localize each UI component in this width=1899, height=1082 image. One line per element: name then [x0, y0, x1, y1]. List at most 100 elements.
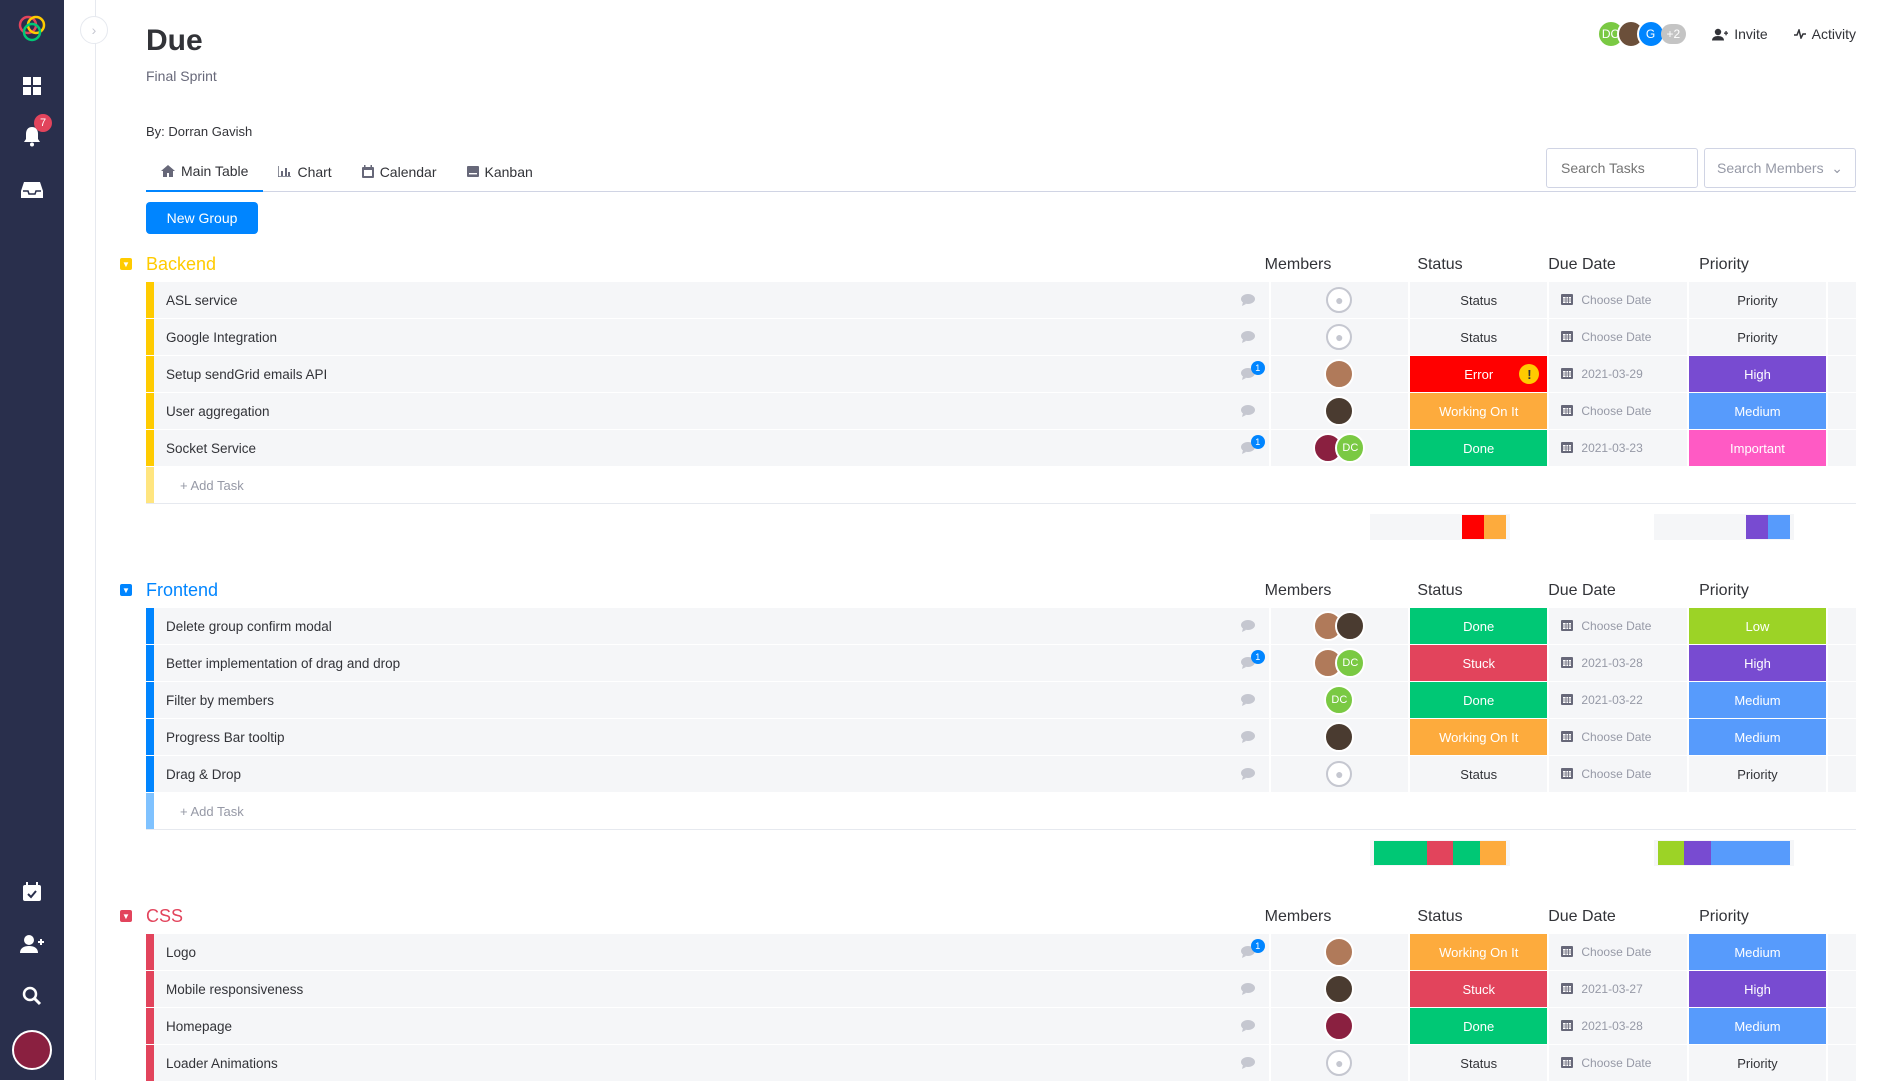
group-collapse-icon[interactable]: ▼	[120, 584, 132, 596]
group-title[interactable]: Frontend	[146, 580, 218, 601]
task-name[interactable]: Drag & Drop	[166, 767, 241, 782]
comment-icon[interactable]	[1240, 1019, 1255, 1035]
priority-summary-bar[interactable]	[1654, 840, 1794, 866]
task-name[interactable]: Progress Bar tooltip	[166, 730, 285, 745]
priority-cell[interactable]: High	[1686, 645, 1827, 681]
comment-icon[interactable]	[1240, 982, 1255, 998]
members-cell[interactable]: DC	[1268, 645, 1409, 681]
status-cell[interactable]: Status	[1408, 319, 1548, 355]
task-name-cell[interactable]: Google Integration	[153, 319, 1269, 355]
status-cell[interactable]: Done	[1408, 430, 1548, 466]
add-task-row[interactable]: + Add Task	[146, 467, 1856, 504]
task-name[interactable]: Homepage	[166, 1019, 232, 1034]
due-date-cell[interactable]: 2021-03-28	[1547, 645, 1687, 681]
task-name-cell[interactable]: Socket Service 1	[153, 430, 1269, 466]
invite-member-icon[interactable]	[16, 928, 48, 960]
status-cell[interactable]: Done	[1408, 608, 1548, 644]
comment-icon[interactable]: 1	[1240, 939, 1265, 961]
board-title[interactable]: Due	[146, 24, 203, 58]
priority-cell[interactable]: Medium	[1686, 393, 1827, 429]
task-name[interactable]: User aggregation	[166, 404, 270, 419]
comment-icon[interactable]	[1240, 293, 1255, 309]
status-cell[interactable]: Error!	[1408, 356, 1548, 392]
priority-cell[interactable]: Medium	[1686, 682, 1827, 718]
due-date-cell[interactable]: Choose Date	[1547, 1045, 1687, 1081]
due-date-cell[interactable]: Choose Date	[1547, 756, 1687, 792]
priority-cell[interactable]: Priority	[1686, 756, 1827, 792]
add-task-row[interactable]: + Add Task	[146, 793, 1856, 830]
members-cell[interactable]	[1268, 1008, 1409, 1044]
comment-icon[interactable]	[1240, 330, 1255, 346]
tab-chart[interactable]: Chart	[263, 152, 346, 192]
due-date-cell[interactable]: Choose Date	[1547, 719, 1687, 755]
members-cell[interactable]	[1268, 934, 1409, 970]
due-date-cell[interactable]: 2021-03-22	[1547, 682, 1687, 718]
priority-cell[interactable]: High	[1686, 356, 1827, 392]
tab-calendar[interactable]: Calendar	[347, 152, 452, 192]
task-name[interactable]: Mobile responsiveness	[166, 982, 303, 997]
my-work-calendar-icon[interactable]	[16, 876, 48, 908]
comment-icon[interactable]	[1240, 767, 1255, 783]
priority-cell[interactable]: Medium	[1686, 719, 1827, 755]
members-cell[interactable]	[1268, 393, 1409, 429]
group-collapse-icon[interactable]: ▼	[120, 910, 132, 922]
dashboard-icon[interactable]	[16, 70, 48, 102]
priority-cell[interactable]: Priority	[1686, 1045, 1827, 1081]
priority-cell[interactable]: Priority	[1686, 319, 1827, 355]
priority-cell[interactable]: Medium	[1686, 1008, 1827, 1044]
priority-cell[interactable]: Important	[1686, 430, 1827, 466]
due-date-cell[interactable]: Choose Date	[1547, 934, 1687, 970]
priority-cell[interactable]: Medium	[1686, 934, 1827, 970]
comment-icon[interactable]	[1240, 619, 1255, 635]
priority-cell[interactable]: Low	[1686, 608, 1827, 644]
task-name-cell[interactable]: Homepage	[153, 1008, 1269, 1044]
comment-icon[interactable]	[1240, 730, 1255, 746]
group-title[interactable]: Backend	[146, 254, 216, 275]
status-cell[interactable]: Status	[1408, 756, 1548, 792]
invite-button[interactable]: Invite	[1712, 26, 1768, 42]
app-logo-icon[interactable]	[16, 12, 48, 44]
comment-icon[interactable]	[1240, 404, 1255, 420]
task-name-cell[interactable]: Drag & Drop	[153, 756, 1269, 792]
members-cell[interactable]: DC	[1268, 430, 1409, 466]
comment-icon[interactable]	[1240, 1056, 1255, 1072]
due-date-cell[interactable]: Choose Date	[1547, 393, 1687, 429]
comment-icon[interactable]: 1	[1240, 361, 1265, 383]
group-title[interactable]: CSS	[146, 906, 183, 927]
comment-icon[interactable]: 1	[1240, 435, 1265, 457]
task-name[interactable]: Loader Animations	[166, 1056, 278, 1071]
tab-kanban[interactable]: Kanban	[452, 152, 548, 192]
due-date-cell[interactable]: 2021-03-28	[1547, 1008, 1687, 1044]
task-name[interactable]: Google Integration	[166, 330, 277, 345]
comment-icon[interactable]: 1	[1240, 650, 1265, 672]
expand-panel-chevron-icon[interactable]: ›	[80, 16, 108, 44]
task-name-cell[interactable]: Progress Bar tooltip	[153, 719, 1269, 755]
task-name[interactable]: Better implementation of drag and drop	[166, 656, 400, 671]
status-cell[interactable]: Working On It	[1408, 719, 1548, 755]
task-name-cell[interactable]: Better implementation of drag and drop 1	[153, 645, 1269, 681]
due-date-cell[interactable]: Choose Date	[1547, 282, 1687, 318]
task-name[interactable]: Logo	[166, 945, 196, 960]
task-name-cell[interactable]: Logo 1	[153, 934, 1269, 970]
priority-cell[interactable]: High	[1686, 971, 1827, 1007]
task-name[interactable]: Delete group confirm modal	[166, 619, 332, 634]
status-cell[interactable]: Stuck	[1408, 971, 1548, 1007]
search-members-select[interactable]: Search Members ⌄	[1704, 148, 1856, 188]
task-name[interactable]: Filter by members	[166, 693, 274, 708]
activity-button[interactable]: Activity	[1793, 26, 1856, 42]
status-summary-bar[interactable]	[1370, 514, 1510, 540]
group-collapse-icon[interactable]: ▼	[120, 258, 132, 270]
members-cell[interactable]: DC	[1268, 682, 1409, 718]
task-name-cell[interactable]: Filter by members	[153, 682, 1269, 718]
task-name-cell[interactable]: Loader Animations	[153, 1045, 1269, 1081]
priority-summary-bar[interactable]	[1654, 514, 1794, 540]
due-date-cell[interactable]: Choose Date	[1547, 319, 1687, 355]
notifications-bell-icon[interactable]: 7	[16, 114, 52, 152]
status-cell[interactable]: Done	[1408, 682, 1548, 718]
comment-icon[interactable]	[1240, 693, 1255, 709]
members-cell[interactable]: ●	[1268, 756, 1409, 792]
status-summary-bar[interactable]	[1370, 840, 1510, 866]
task-name-cell[interactable]: Setup sendGrid emails API 1	[153, 356, 1269, 392]
members-cell[interactable]: ●	[1268, 282, 1409, 318]
task-name-cell[interactable]: ASL service	[153, 282, 1269, 318]
